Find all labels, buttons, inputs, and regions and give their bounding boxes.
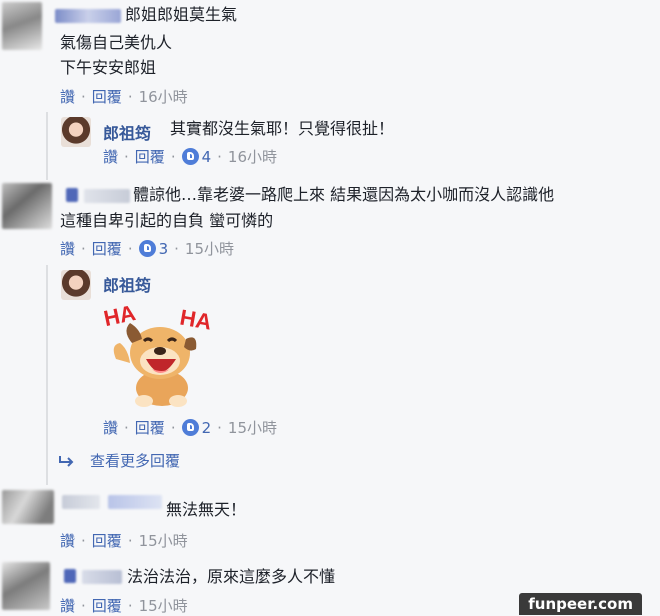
commenter-avatar[interactable] — [2, 183, 52, 229]
timestamp[interactable]: 16小時 — [139, 86, 188, 107]
reply-thread-line — [46, 112, 48, 180]
comment-text-line: 下午安安郎姐 — [60, 58, 157, 77]
timestamp[interactable]: 16小時 — [228, 146, 277, 167]
timestamp[interactable]: 15小時 — [139, 530, 188, 551]
separator: · — [81, 596, 86, 615]
separator: · — [127, 239, 133, 258]
separator: · — [170, 418, 176, 437]
blurred-name-icon — [55, 9, 121, 23]
like-count-icon[interactable] — [181, 148, 199, 165]
timestamp[interactable]: 15小時 — [185, 238, 234, 259]
separator: · — [217, 147, 222, 166]
commenter-avatar[interactable] — [2, 490, 54, 524]
separator: · — [170, 147, 176, 166]
timestamp[interactable]: 15小時 — [228, 417, 277, 438]
comment-actions: 讚 · 回覆 · 16小時 — [60, 86, 188, 107]
comment-text-line: 這種自卑引起的自負 蠻可憐的 — [60, 211, 274, 230]
separator: · — [127, 87, 133, 106]
like-link[interactable]: 讚 — [103, 417, 118, 438]
comment-actions: 讚 · 回覆 · 3 · 15小時 — [60, 238, 234, 259]
commenter-avatar[interactable] — [2, 562, 50, 610]
reply-link[interactable]: 回覆 — [92, 530, 122, 551]
replier-avatar[interactable] — [61, 270, 91, 300]
blurred-name-icon — [66, 188, 78, 202]
commenter-name[interactable]: 郎姐郎姐莫生氣 — [125, 4, 237, 26]
timestamp[interactable]: 15小時 — [139, 595, 188, 616]
separator: · — [124, 147, 129, 166]
comment-text-line: 氣傷自己美仇人 — [60, 33, 173, 52]
ha-ha-dog-sticker[interactable]: HA HA — [100, 293, 220, 411]
comment-actions: 讚 · 回覆 · 15小時 — [60, 530, 188, 551]
replier-name[interactable]: 郎祖筠 — [103, 120, 151, 144]
comment-text-line: 無法無天！ — [166, 500, 247, 519]
blurred-name-icon — [64, 569, 76, 583]
comment-text-line: 體諒他…靠老婆一路爬上來 結果還因為太小咖而沒人認識他 — [133, 185, 555, 204]
reply-text: 其實都沒生氣耶！只覺得很扯！ — [170, 119, 395, 138]
like-count-icon[interactable] — [138, 240, 156, 257]
reply-link[interactable]: 回覆 — [135, 417, 165, 438]
like-link[interactable]: 讚 — [60, 238, 75, 259]
separator: · — [124, 418, 129, 437]
reply-link[interactable]: 回覆 — [92, 238, 122, 259]
reply-arrow-icon — [59, 455, 74, 467]
commenter-avatar[interactable] — [2, 2, 42, 50]
blurred-name-icon — [84, 189, 130, 203]
reply-link[interactable]: 回覆 — [92, 595, 122, 616]
like-count[interactable]: 4 — [202, 148, 212, 166]
comment-text-line: 法治法治，原來這麼多人不懂 — [127, 567, 336, 586]
separator: · — [174, 239, 179, 258]
view-more-replies[interactable]: 查看更多回覆 — [58, 450, 180, 471]
blurred-name-icon — [82, 570, 122, 584]
sticker-text-ha-right: HA — [178, 305, 214, 335]
view-more-replies-label[interactable]: 查看更多回覆 — [90, 450, 180, 471]
separator: · — [81, 531, 86, 550]
dog-icon — [113, 323, 197, 407]
reply-thread-line — [46, 265, 48, 485]
watermark: funpeer.com — [519, 593, 642, 615]
blurred-name-icon — [108, 495, 162, 509]
separator: · — [127, 596, 133, 615]
like-count[interactable]: 2 — [202, 419, 212, 437]
like-link[interactable]: 讚 — [60, 530, 75, 551]
separator: · — [127, 531, 133, 550]
like-link[interactable]: 讚 — [60, 595, 75, 616]
blurred-name-icon — [62, 495, 100, 509]
separator: · — [81, 239, 86, 258]
reply-link[interactable]: 回覆 — [92, 86, 122, 107]
like-count-icon[interactable] — [181, 419, 199, 436]
reply-actions: 讚 · 回覆 · 4 · 16小時 — [103, 146, 277, 167]
reply-actions: 讚 · 回覆 · 2 · 15小時 — [103, 417, 277, 438]
like-link[interactable]: 讚 — [103, 146, 118, 167]
like-count[interactable]: 3 — [159, 240, 169, 258]
separator: · — [217, 418, 222, 437]
separator: · — [81, 87, 86, 106]
comment-actions: 讚 · 回覆 · 15小時 — [60, 595, 188, 616]
reply-link[interactable]: 回覆 — [135, 146, 165, 167]
replier-avatar[interactable] — [61, 117, 91, 147]
like-link[interactable]: 讚 — [60, 86, 75, 107]
